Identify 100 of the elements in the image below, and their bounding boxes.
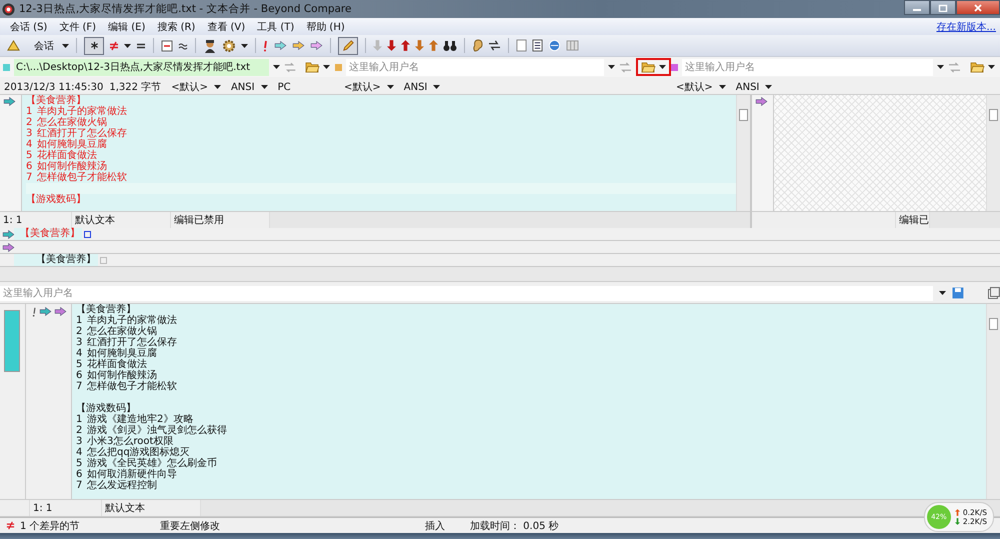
path-field[interactable]: 这里输入用户名	[682, 58, 933, 76]
pencil-icon	[342, 39, 354, 52]
document-icon[interactable]	[516, 39, 527, 52]
save-icon[interactable]	[952, 287, 964, 299]
close-button[interactable]	[956, 0, 1000, 15]
caret-icon[interactable]	[939, 291, 946, 295]
merge-arrow-icon	[755, 97, 768, 106]
window-icon[interactable]	[988, 287, 1000, 299]
line-number: 2	[76, 326, 82, 337]
section-heading: 【游戏数码】	[26, 194, 86, 205]
line-ending-dropdown[interactable]: PC	[278, 82, 291, 92]
binoculars-icon[interactable]	[443, 40, 457, 52]
scrollbar[interactable]	[986, 304, 1000, 499]
caret-icon[interactable]	[433, 85, 440, 89]
down-arrow-icon[interactable]	[415, 39, 424, 52]
edit-button[interactable]	[338, 36, 358, 54]
down-arrow-icon[interactable]	[387, 39, 396, 52]
up-arrow-icon[interactable]	[401, 39, 410, 52]
scrollbar[interactable]	[986, 95, 1000, 211]
maximize-button[interactable]	[930, 0, 956, 15]
caret-icon[interactable]	[386, 85, 394, 89]
scrollbar[interactable]	[736, 95, 750, 211]
caret-icon[interactable]	[765, 85, 772, 89]
sync-icon[interactable]	[488, 40, 501, 51]
app-logo-icon	[2, 2, 15, 16]
line-number: 4	[76, 447, 82, 458]
next-arrow-icon	[274, 41, 287, 50]
line-text: 花样面食做法	[87, 359, 147, 370]
context-icon[interactable]	[161, 40, 173, 52]
caret-icon[interactable]	[272, 65, 280, 69]
caret-icon[interactable]	[937, 65, 944, 69]
ear-icon[interactable]	[472, 39, 483, 52]
menu-item[interactable]: 搜索 (R)	[151, 20, 202, 34]
menu-item[interactable]: 会话 (S)	[4, 20, 54, 34]
pane-marker	[3, 64, 10, 70]
up-arrow-icon[interactable]	[429, 39, 438, 52]
encoding-dropdown[interactable]: ANSI	[404, 82, 428, 92]
tab-marker	[84, 230, 91, 238]
line-text: 怎么在家做火锅	[87, 326, 157, 337]
update-link[interactable]: 存在新版本...	[936, 20, 996, 34]
caret-icon[interactable]	[214, 85, 221, 89]
merge-arrow-icon	[3, 97, 16, 106]
line-number: 7	[76, 480, 82, 491]
caret-icon[interactable]	[260, 85, 268, 89]
caret-icon[interactable]	[62, 44, 69, 48]
line-number: 2	[26, 117, 32, 128]
person-icon[interactable]	[203, 38, 217, 52]
show-all-button[interactable]	[84, 36, 104, 54]
approx-icon[interactable]	[178, 40, 188, 50]
output-path-field[interactable]: 这里输入用户名	[0, 286, 934, 300]
format-dropdown[interactable]: <默认>	[344, 80, 381, 94]
format-dropdown[interactable]: <默认>	[676, 80, 713, 94]
menu-item[interactable]: 工具 (T)	[251, 20, 300, 34]
caret-icon[interactable]	[718, 85, 726, 89]
line-text: 小米3怎么root权限	[87, 436, 174, 447]
line-number: 5	[76, 458, 82, 469]
caret-icon[interactable]	[608, 65, 616, 69]
line-text: 怎么把qq游戏图标熄灭	[87, 447, 190, 458]
caret-icon[interactable]	[988, 65, 995, 69]
exclamation-icon[interactable]	[263, 40, 269, 52]
line-number: 7	[26, 172, 32, 183]
format-dropdown[interactable]: <默认>	[171, 80, 208, 94]
path-field[interactable]: 这里输入用户名	[346, 58, 604, 76]
pane-marker	[671, 64, 678, 70]
open-button[interactable]	[636, 58, 671, 76]
not-equal-icon[interactable]	[109, 40, 119, 50]
merge-arrow-icon	[54, 307, 67, 316]
minimize-button[interactable]	[904, 0, 930, 15]
session-label[interactable]: 会话	[26, 38, 57, 52]
folder-icon	[641, 61, 656, 73]
list-icon[interactable]	[532, 39, 543, 52]
line-text: 如何腌制臭豆腐	[87, 348, 157, 359]
menu-item[interactable]: 文件 (F)	[53, 20, 102, 34]
next-arrow-icon	[310, 41, 323, 50]
caret-icon[interactable]	[659, 65, 666, 69]
scrollbar[interactable]	[0, 267, 1000, 282]
path-field[interactable]: C:\...\Desktop\12-3日热点,大家尽情发挥才能吧.txt	[14, 58, 269, 76]
close-icon	[973, 4, 983, 12]
menu-item[interactable]: 查看 (V)	[201, 20, 252, 34]
line-number: 1	[76, 414, 82, 425]
line-number: 4	[76, 348, 82, 359]
download-arrow-icon	[954, 518, 960, 525]
not-equal-icon	[6, 521, 15, 530]
scrollbar[interactable]	[270, 212, 750, 228]
difference-count: 1 个差异的节	[20, 520, 80, 532]
line-number: 1	[26, 106, 32, 117]
menu-item[interactable]: 帮助 (H)	[300, 20, 351, 34]
gear-icon[interactable]	[222, 38, 236, 52]
timestamp: 2013/12/3 11:45:30	[4, 82, 104, 92]
load-time: 加载时间： 0.05 秒	[470, 520, 559, 532]
caret-icon[interactable]	[241, 44, 248, 48]
maximize-icon	[938, 4, 948, 12]
encoding-dropdown[interactable]: ANSI	[736, 82, 760, 92]
caret-icon[interactable]	[124, 44, 131, 48]
scrollbar[interactable]	[930, 212, 1000, 228]
menu-item[interactable]: 编辑 (E)	[102, 20, 152, 34]
caret-icon[interactable]	[323, 65, 330, 69]
line-text: 红酒打开了怎么保存	[87, 337, 177, 348]
session-icon[interactable]	[6, 39, 21, 52]
encoding-dropdown[interactable]: ANSI	[230, 82, 255, 92]
